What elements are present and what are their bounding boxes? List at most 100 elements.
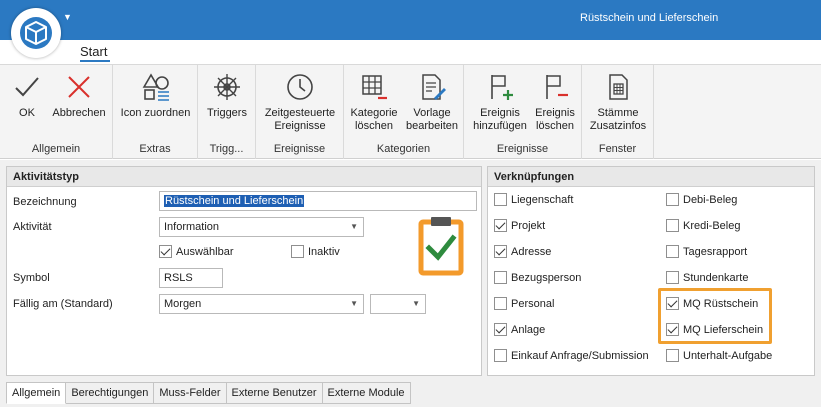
delete-category-button[interactable]: Kategorie löschen: [348, 71, 400, 133]
checkbox-label: Liegenschaft: [511, 193, 574, 206]
ribbon-group-ereignisse-timed: Zeitgesteuerte Ereignisse Ereignisse: [256, 65, 344, 159]
aktivitaet-select[interactable]: Information ▼: [159, 217, 364, 237]
add-event-button[interactable]: Ereignis hinzufügen: [470, 71, 530, 133]
bezeichnung-label: Bezeichnung: [13, 196, 77, 208]
bottom-tab-bar: Allgemein Berechtigungen Muss-Felder Ext…: [6, 382, 411, 404]
icon-assign-button[interactable]: Icon zuordnen: [117, 71, 194, 120]
quick-access-chevron-icon[interactable]: ▼: [63, 12, 72, 22]
title-bar: Rüstschein und Lieferschein: [0, 0, 821, 40]
ok-label: OK: [19, 107, 35, 119]
inaktiv-checkbox[interactable]: Inaktiv: [291, 245, 340, 258]
verknuepfungen-header: Verknüpfungen: [488, 167, 814, 187]
bezeichnung-input[interactable]: Rüstschein und Lieferschein: [159, 191, 477, 211]
checkmark-icon: [8, 71, 46, 103]
ribbon-group-ereignisse: Ereignis hinzufügen Ereignis löschen Ere…: [464, 65, 582, 159]
triggers-button[interactable]: Triggers: [202, 71, 252, 120]
inaktiv-box[interactable]: [291, 245, 304, 258]
checkbox-box[interactable]: [666, 245, 679, 258]
ribbon-group-fenster: Stämme Zusatzinfos Fenster: [582, 65, 654, 159]
checkbox-box[interactable]: [494, 219, 507, 232]
cancel-button[interactable]: Abbrechen: [50, 71, 108, 120]
app-logo-icon[interactable]: [11, 8, 61, 58]
group-label-allgemein: Allgemein: [31, 143, 81, 155]
cancel-label: Abbrechen: [52, 107, 106, 119]
link-checkbox-unterhalt-aufgabe[interactable]: Unterhalt-Aufgabe: [666, 349, 772, 362]
inaktiv-label: Inaktiv: [308, 245, 340, 258]
grid-delete-icon: [348, 71, 400, 103]
master-additional-info-button[interactable]: Stämme Zusatzinfos: [586, 71, 650, 133]
checkbox-box[interactable]: [666, 271, 679, 284]
ribbon-group-kategorien: Kategorie löschen Vorlage bearbeiten Kat…: [344, 65, 464, 159]
link-checkbox-tagesrapport[interactable]: Tagesrapport: [666, 245, 747, 258]
checkbox-box[interactable]: [494, 245, 507, 258]
link-checkbox-anlage[interactable]: Anlage: [494, 323, 545, 336]
delete-event-label-1: Ereignis: [535, 107, 575, 119]
close-icon: [50, 71, 108, 103]
highlight-frame: [658, 288, 772, 344]
delete-event-label-2: löschen: [536, 120, 574, 132]
checkbox-box[interactable]: [666, 349, 679, 362]
tab-externe-benutzer[interactable]: Externe Benutzer: [226, 382, 323, 404]
flag-add-icon: [470, 71, 530, 103]
symbol-input[interactable]: RSLS: [159, 268, 223, 288]
checkbox-box[interactable]: [494, 271, 507, 284]
link-checkbox-personal[interactable]: Personal: [494, 297, 554, 310]
ribbon-group-extras: Icon zuordnen Extras: [113, 65, 198, 159]
link-checkbox-adresse[interactable]: Adresse: [494, 245, 551, 258]
checkbox-label: Unterhalt-Aufgabe: [683, 349, 773, 362]
checkbox-box[interactable]: [494, 193, 507, 206]
checkbox-label: Stundenkarte: [683, 271, 749, 284]
chevron-down-icon: ▼: [350, 222, 358, 231]
link-checkbox-liegenschaft[interactable]: Liegenschaft: [494, 193, 573, 206]
link-checkbox-bezugsperson[interactable]: Bezugsperson: [494, 271, 581, 284]
ok-button[interactable]: OK: [8, 71, 46, 120]
delete-event-button[interactable]: Ereignis löschen: [532, 71, 578, 133]
tab-externe-module[interactable]: Externe Module: [322, 382, 411, 404]
aktivitaet-value: Information: [164, 221, 220, 233]
timed-events-label-2: Ereignisse: [274, 120, 326, 132]
checkbox-label: Einkauf Anfrage/Submission: [511, 349, 649, 362]
faellig-select[interactable]: Morgen ▼: [159, 294, 364, 314]
tab-berechtigungen[interactable]: Berechtigungen: [66, 382, 155, 404]
group-label-ereignisse: Ereignisse: [496, 143, 549, 155]
tab-muss-felder[interactable]: Muss-Felder: [154, 382, 227, 404]
delete-category-label-1: Kategorie: [350, 107, 398, 119]
auswaehlbar-box[interactable]: [159, 245, 172, 258]
checkbox-box[interactable]: [666, 219, 679, 232]
edit-template-label-2: bearbeiten: [406, 120, 458, 132]
checkbox-box[interactable]: [666, 193, 679, 206]
bezeichnung-value: Rüstschein und Lieferschein: [164, 195, 305, 207]
ribbon-group-allgemein: OK Abbrechen Allgemein: [0, 65, 113, 159]
flag-delete-icon: [532, 71, 578, 103]
timed-events-button[interactable]: Zeitgesteuerte Ereignisse: [260, 71, 340, 133]
window-title: Rüstschein und Lieferschein: [580, 12, 719, 24]
group-label-triggers: Trigg...: [209, 143, 244, 155]
link-checkbox-stundenkarte[interactable]: Stundenkarte: [666, 271, 748, 284]
checkbox-label: Debi-Beleg: [683, 193, 738, 206]
ship-wheel-icon: [202, 71, 252, 103]
checkbox-box[interactable]: [494, 297, 507, 310]
link-checkbox-debi-beleg[interactable]: Debi-Beleg: [666, 193, 737, 206]
checkbox-label: Bezugsperson: [511, 271, 582, 284]
edit-template-button[interactable]: Vorlage bearbeiten: [404, 71, 460, 133]
symbol-label: Symbol: [13, 272, 50, 284]
ribbon: OK Abbrechen Allgemein Icon zuordnen Ext…: [0, 64, 821, 159]
auswaehlbar-checkbox[interactable]: Auswählbar: [159, 245, 233, 258]
clipboard-check-icon: [418, 214, 464, 279]
link-checkbox-projekt[interactable]: Projekt: [494, 219, 545, 232]
add-event-label-2: hinzufügen: [473, 120, 527, 132]
checkbox-box[interactable]: [494, 323, 507, 336]
add-event-label-1: Ereignis: [480, 107, 520, 119]
group-label-kategorien: Kategorien: [376, 143, 431, 155]
link-checkbox-kredi-beleg[interactable]: Kredi-Beleg: [666, 219, 740, 232]
aktivitaet-label: Aktivität: [13, 221, 52, 233]
edit-template-label-1: Vorlage: [413, 107, 451, 119]
aktivitaetstyp-header: Aktivitätstyp: [7, 167, 481, 187]
checkbox-box[interactable]: [494, 349, 507, 362]
tab-start[interactable]: Start: [80, 44, 107, 59]
tab-allgemein[interactable]: Allgemein: [6, 382, 67, 404]
checkbox-label: Personal: [511, 297, 555, 310]
link-checkbox-einkauf[interactable]: Einkauf Anfrage/Submission: [494, 349, 649, 362]
faellig-secondary-select[interactable]: ▼: [370, 294, 426, 314]
calculator-document-icon: [586, 71, 650, 103]
